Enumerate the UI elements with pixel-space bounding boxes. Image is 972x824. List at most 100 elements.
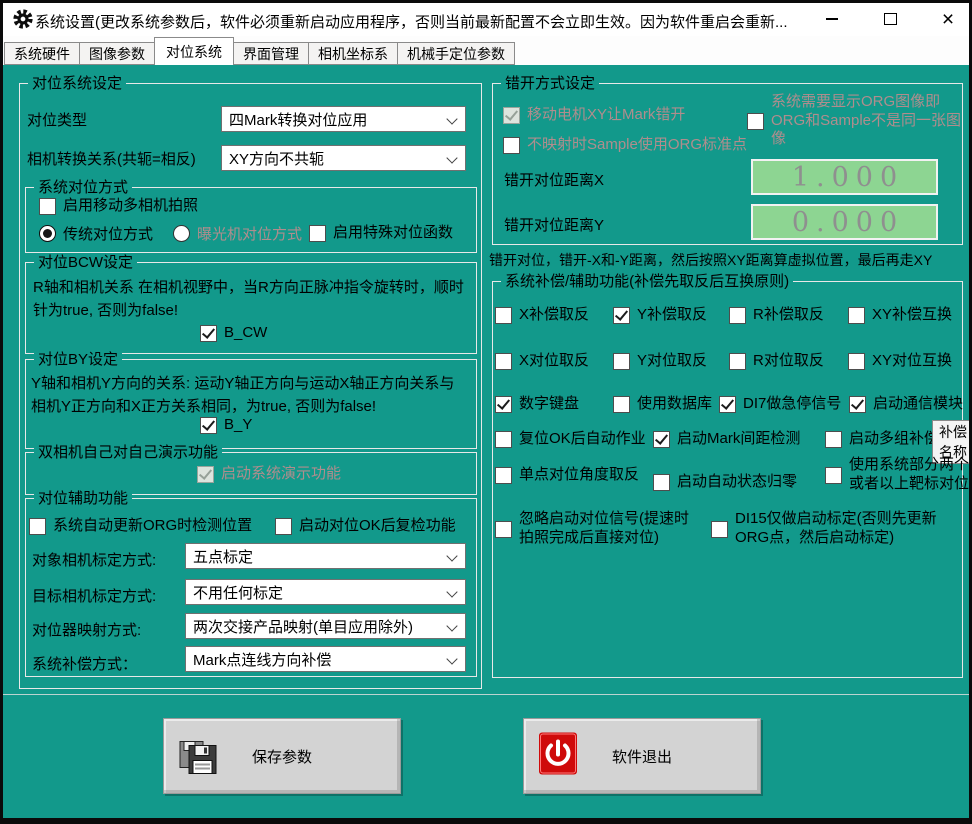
checkbox-box <box>197 466 214 483</box>
checkbox-box <box>825 467 842 484</box>
checkbox-box <box>747 113 764 130</box>
tab-system-hardware[interactable]: 系统硬件 <box>4 42 80 65</box>
tab-image-params[interactable]: 图像参数 <box>79 42 155 65</box>
chevron-down-icon <box>446 550 457 561</box>
checkbox-box <box>495 396 512 413</box>
exit-app-button[interactable]: 软件退出 <box>523 718 761 794</box>
cb-show-org-image[interactable]: 系统需要显示ORG图像即ORG和Sample不是同一张图像 <box>747 101 967 141</box>
radio-exposure-align[interactable]: 曝光机对位方式 <box>173 222 302 244</box>
checkbox-box <box>711 521 728 538</box>
cb-mark-distance-check[interactable]: 启动Mark间距检测 <box>653 428 800 450</box>
cb-x-align-invert[interactable]: X对位取反 <box>495 350 589 372</box>
checkbox-box <box>495 431 512 448</box>
bcw-description: R轴和相机关系 在相机视野中，当R方向正脉冲指令旋转时，顺时针为true, 否则… <box>33 277 467 322</box>
checkbox-box <box>200 417 217 434</box>
checkbox-box <box>613 307 630 324</box>
checkbox-box <box>503 137 520 154</box>
cb-di15-calib-only[interactable]: DI15仅做启动标定(否则先更新ORG点，然后启动标定) <box>711 509 953 549</box>
tab-strip: 系统硬件 图像参数 对位系统 界面管理 相机坐标系 机械手定位参数 <box>3 36 969 65</box>
cb-special-align-function[interactable]: 启用特殊对位函数 <box>309 222 453 244</box>
panel-separator <box>3 694 969 695</box>
checkbox-box <box>729 307 746 324</box>
group-align-system-title: 对位系统设定 <box>28 74 126 93</box>
aligner-mapping-select[interactable]: 两次交接产品映射(单目应用除外) <box>185 613 466 639</box>
chevron-down-icon <box>446 653 457 664</box>
cb-multi-group-comp[interactable]: 启动多组补偿 <box>825 428 939 450</box>
close-button[interactable]: × <box>925 3 971 35</box>
cb-comm-module[interactable]: 启动通信模块 <box>849 393 963 415</box>
cb-r-comp-invert[interactable]: R补偿取反 <box>729 304 824 326</box>
cb-sample-use-org-standard[interactable]: 不映射时Sample使用ORG标准点 <box>503 134 747 156</box>
cb-xy-comp-swap[interactable]: XY补偿互换 <box>848 304 952 326</box>
radio-traditional-align[interactable]: 传统对位方式 <box>39 222 153 244</box>
target-cam-calib-select[interactable]: 不用任何标定 <box>185 579 466 605</box>
cb-multi-target-align[interactable]: 使用系统部分两个或者以上靶标对位 <box>825 455 972 495</box>
checkbox-box <box>495 353 512 370</box>
cb-single-point-angle-invert[interactable]: 单点对位角度取反 <box>495 464 639 486</box>
tab-robot-params[interactable]: 机械手定位参数 <box>397 42 515 65</box>
cb-ignore-start-align-signal[interactable]: 忽略启动对位信号(提速时拍照完成后直接对位) <box>495 509 691 549</box>
exit-app-label: 软件退出 <box>612 746 672 767</box>
checkbox-box <box>613 396 630 413</box>
save-params-button[interactable]: 保存参数 <box>163 718 401 794</box>
by-description: Y轴和相机Y方向的关系: 运动Y轴正方向与运动X轴正方向关系与相机Y正方向和X正… <box>31 373 469 418</box>
radio-dot <box>173 225 190 242</box>
stagger-note: 错开对位，错开-X和-Y距离，然后按照XY距离算虚拟位置，最后再走XY <box>489 250 965 270</box>
checkbox-box <box>719 396 736 413</box>
system-comp-mode-select[interactable]: Mark点连线方向补偿 <box>185 646 466 672</box>
cb-start-demo-function[interactable]: 启动系统演示功能 <box>197 463 341 485</box>
maximize-button[interactable] <box>867 3 913 35</box>
stagger-dist-y-input[interactable]: 0.000 <box>751 204 938 240</box>
tab-ui-manage[interactable]: 界面管理 <box>233 42 309 65</box>
window-title: 系统设置(更改系统参数后，软件必须重新启动应用程序，否则当前最新配置不会立即生效… <box>35 11 788 32</box>
titlebar: 系统设置(更改系统参数后，软件必须重新启动应用程序，否则当前最新配置不会立即生效… <box>3 3 969 36</box>
camera-relation-select[interactable]: XY方向不共轭 <box>221 145 466 171</box>
cb-use-database[interactable]: 使用数据库 <box>613 393 712 415</box>
group-aux-title: 对位辅助功能 <box>34 489 132 508</box>
checkbox-box <box>495 467 512 484</box>
camera-relation-value: XY方向不共轭 <box>229 148 324 169</box>
floppy-save-icon <box>179 733 219 780</box>
cb-numeric-keypad[interactable]: 数字键盘 <box>495 393 579 415</box>
cb-xy-align-swap[interactable]: XY对位互换 <box>848 350 952 372</box>
chevron-down-icon <box>446 113 457 124</box>
tab-camera-coords[interactable]: 相机坐标系 <box>308 42 398 65</box>
tab-align-system[interactable]: 对位系统 <box>154 37 234 65</box>
stagger-dist-x-input[interactable]: 1.000 <box>751 159 938 195</box>
target-cam-calib-label: 目标相机标定方式: <box>32 585 156 606</box>
checkbox-box <box>825 431 842 448</box>
chevron-down-icon <box>446 620 457 631</box>
chevron-down-icon <box>446 152 457 163</box>
cb-di7-estop[interactable]: DI7做急停信号 <box>719 393 841 415</box>
cb-auto-work-after-reset[interactable]: 复位OK后自动作业 <box>495 428 646 450</box>
cb-auto-update-org-check[interactable]: 系统自动更新ORG时检测位置 <box>29 515 252 537</box>
cb-y-align-invert[interactable]: Y对位取反 <box>613 350 707 372</box>
cb-b-y[interactable]: B_Y <box>200 414 252 436</box>
cb-auto-state-zero[interactable]: 启动自动状态归零 <box>653 471 797 493</box>
group-stagger-title: 错开方式设定 <box>501 74 599 93</box>
system-comp-mode-label: 系统补偿方式： <box>32 653 137 674</box>
maximize-icon <box>884 13 897 25</box>
checkbox-box <box>275 518 292 535</box>
cb-b-cw[interactable]: B_CW <box>200 322 267 344</box>
object-cam-calib-select[interactable]: 五点标定 <box>185 543 466 569</box>
minimize-icon <box>826 18 838 20</box>
cb-move-motor-xy-stagger[interactable]: 移动电机XY让Mark错开 <box>503 104 685 126</box>
settings-window: 系统设置(更改系统参数后，软件必须重新启动应用程序，否则当前最新配置不会立即生效… <box>0 0 972 824</box>
cb-r-align-invert[interactable]: R对位取反 <box>729 350 824 372</box>
cb-enable-moving-multicam[interactable]: 启用移动多相机拍照 <box>39 195 198 217</box>
cb-x-comp-invert[interactable]: X补偿取反 <box>495 304 589 326</box>
align-type-select[interactable]: 四Mark转换对位应用 <box>221 106 466 132</box>
camera-relation-label: 相机转换关系(共轭=相反) <box>27 148 196 169</box>
cb-y-comp-invert[interactable]: Y补偿取反 <box>613 304 707 326</box>
minimize-button[interactable] <box>809 3 855 35</box>
radio-dot <box>39 225 56 242</box>
stagger-dist-x-label: 错开对位距离X <box>504 169 604 190</box>
chevron-down-icon <box>446 586 457 597</box>
save-params-label: 保存参数 <box>252 746 312 767</box>
checkbox-box <box>848 353 865 370</box>
checkbox-box <box>503 107 520 124</box>
checkbox-box <box>200 325 217 342</box>
cb-recheck-after-ok[interactable]: 启动对位OK后复检功能 <box>275 515 456 537</box>
checkbox-box <box>309 225 326 242</box>
